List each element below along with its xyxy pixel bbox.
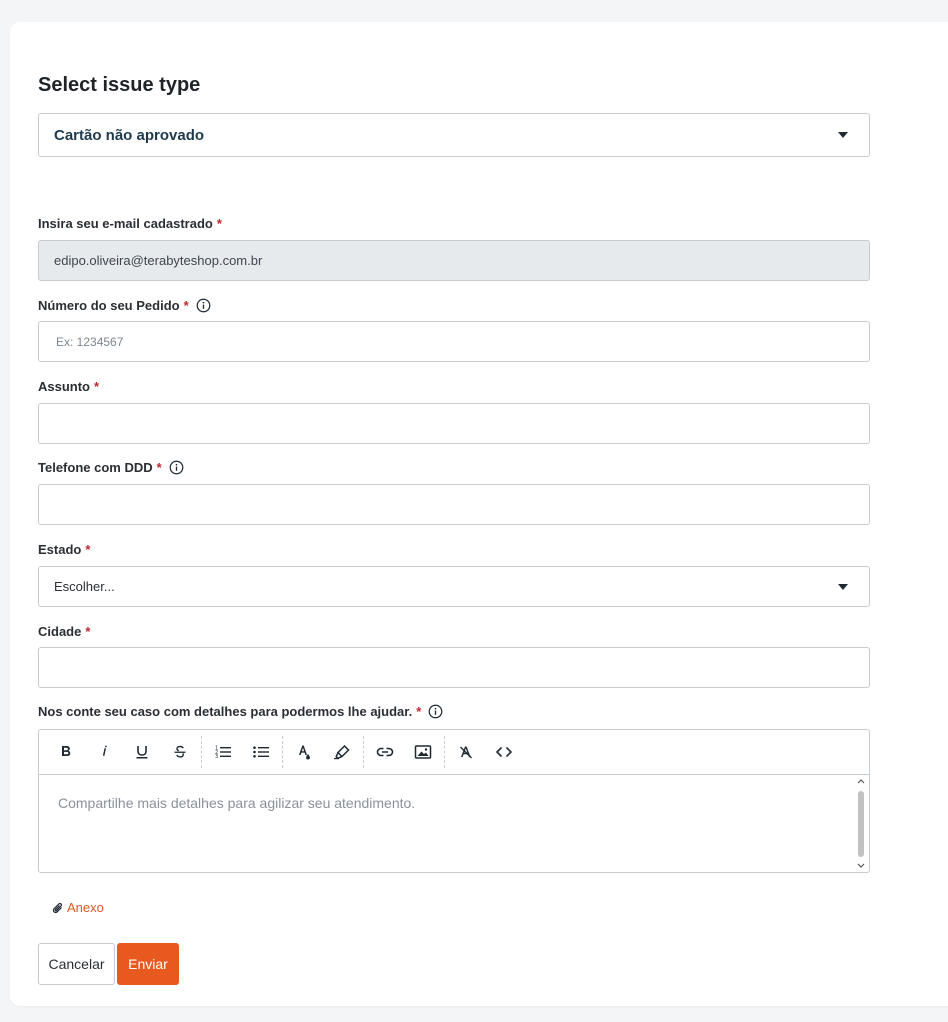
city-label-text: Cidade	[38, 624, 82, 639]
highlight-icon	[334, 744, 350, 760]
rich-text-editor: 1 2 3 Compartilhe mais detalhes para agi…	[38, 729, 870, 873]
image-icon	[414, 745, 432, 759]
info-icon[interactable]	[428, 704, 443, 719]
info-icon[interactable]	[169, 460, 184, 475]
subject-label-text: Assunto	[38, 379, 90, 394]
clear-format-icon	[460, 746, 472, 759]
italic-icon	[102, 745, 107, 756]
required-mark: *	[216, 216, 222, 231]
state-select[interactable]: Escolher...	[38, 566, 870, 607]
text-color-icon	[299, 745, 310, 760]
strikethrough-icon	[174, 745, 186, 758]
issue-type-select[interactable]: Cartão não aprovado	[38, 113, 870, 157]
clear-format-button[interactable]	[447, 737, 485, 767]
toolbar-divider	[444, 736, 445, 768]
required-mark: *	[85, 624, 91, 639]
required-mark: *	[85, 542, 91, 557]
email-value: edipo.oliveira@terabyteshop.com.br	[54, 253, 263, 268]
order-number-placeholder: Ex: 1234567	[56, 334, 124, 349]
required-mark: *	[156, 460, 162, 475]
email-label: Insira seu e-mail cadastrado *	[38, 216, 222, 231]
attachment-label: Anexo	[67, 900, 104, 915]
required-mark: *	[183, 298, 189, 313]
subject-input[interactable]	[38, 403, 870, 444]
scroll-up-icon[interactable]	[856, 777, 866, 785]
strikethrough-button[interactable]	[161, 737, 199, 767]
bullet-list-icon	[253, 746, 269, 758]
toolbar-divider	[363, 736, 364, 768]
state-label-text: Estado	[38, 542, 82, 557]
editor-scrollbar[interactable]	[856, 777, 866, 870]
chevron-down-icon	[838, 583, 848, 590]
order-label: Número do seu Pedido *	[38, 298, 211, 313]
highlight-button[interactable]	[323, 737, 361, 767]
bold-button[interactable]	[47, 737, 85, 767]
ordered-list-button[interactable]: 1 2 3	[204, 737, 242, 767]
scroll-thumb[interactable]	[858, 791, 864, 857]
details-label: Nos conte seu caso com detalhes para pod…	[38, 704, 443, 719]
phone-input[interactable]	[38, 484, 870, 525]
submit-button[interactable]: Enviar	[117, 943, 179, 985]
code-button[interactable]	[485, 737, 523, 767]
details-textarea[interactable]: Compartilhe mais detalhes para agilizar …	[39, 775, 869, 872]
phone-label-text: Telefone com DDD	[38, 460, 153, 475]
email-field: edipo.oliveira@terabyteshop.com.br	[38, 240, 870, 281]
required-mark: *	[94, 379, 100, 394]
scroll-down-icon[interactable]	[856, 862, 866, 870]
phone-label: Telefone com DDD *	[38, 460, 184, 475]
link-icon	[376, 747, 394, 757]
underline-button[interactable]	[123, 737, 161, 767]
paperclip-icon	[52, 902, 62, 913]
issue-type-value: Cartão não aprovado	[54, 126, 205, 144]
details-label-text: Nos conte seu caso com detalhes para pod…	[38, 704, 413, 719]
required-mark: *	[416, 704, 422, 719]
subject-label: Assunto *	[38, 379, 99, 394]
text-color-button[interactable]	[285, 737, 323, 767]
bullet-list-button[interactable]	[242, 737, 280, 767]
order-label-text: Número do seu Pedido	[38, 298, 180, 313]
cancel-button[interactable]: Cancelar	[38, 943, 115, 985]
email-label-text: Insira seu e-mail cadastrado	[38, 216, 213, 231]
page-title: Select issue type	[38, 74, 201, 96]
code-icon	[495, 746, 513, 758]
city-input[interactable]	[38, 647, 870, 688]
image-button[interactable]	[404, 737, 442, 767]
editor-toolbar: 1 2 3	[39, 730, 869, 775]
ordered-list-icon: 1 2 3	[215, 746, 231, 760]
chevron-down-icon	[838, 132, 848, 138]
bold-icon	[62, 746, 71, 756]
toolbar-divider	[201, 736, 202, 768]
link-button[interactable]	[366, 737, 404, 767]
city-label: Cidade *	[38, 624, 90, 639]
italic-button[interactable]	[85, 737, 123, 767]
underline-icon	[136, 746, 148, 759]
details-placeholder: Compartilhe mais detalhes para agilizar …	[58, 795, 416, 811]
state-label: Estado *	[38, 542, 90, 557]
info-icon[interactable]	[196, 298, 211, 313]
attachment-link[interactable]: Anexo	[52, 900, 104, 915]
toolbar-divider	[282, 736, 283, 768]
form-card: Select issue type Cartão não aprovado In…	[10, 22, 948, 1006]
order-number-input[interactable]: Ex: 1234567	[38, 321, 870, 362]
state-value: Escolher...	[54, 579, 115, 594]
svg-text:3: 3	[215, 754, 218, 760]
